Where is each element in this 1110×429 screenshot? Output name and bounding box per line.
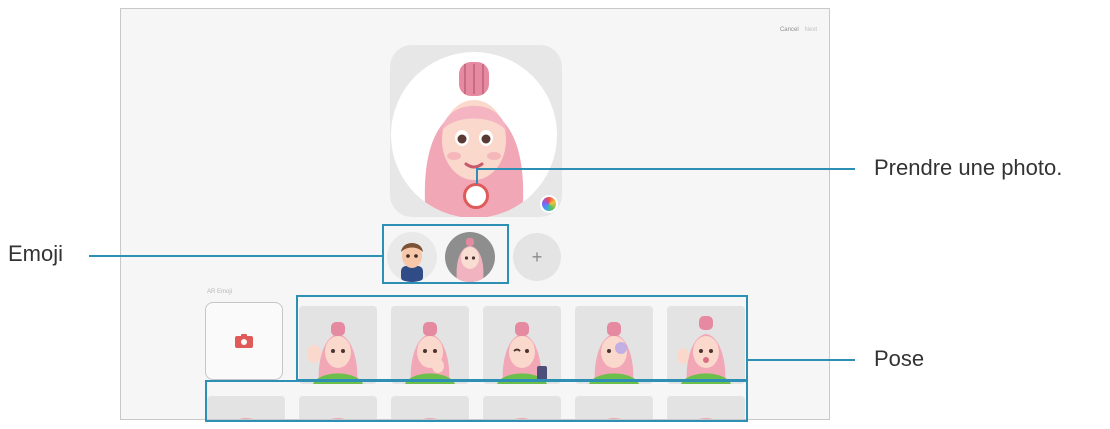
callout-line-pose [748,359,855,361]
callout-label-photo: Prendre une photo. [874,155,1063,180]
callout-label-emoji: Emoji [8,241,64,266]
camera-preview [390,45,562,217]
callout-box-pose-top [296,295,748,381]
section-label: AR Emoji [207,289,233,295]
callout-tick-photo [476,168,478,184]
next-button[interactable]: Next [805,27,817,33]
camera-tile[interactable] [205,302,283,380]
cancel-button[interactable]: Cancel [780,27,799,33]
callout-line-emoji [89,255,382,257]
color-palette-icon[interactable] [540,195,558,213]
top-actions: Cancel Next [780,27,817,33]
camera-icon [235,334,253,348]
callout-box-pose-bottom [205,380,748,422]
callout-box-emoji [382,224,509,284]
add-emoji-button[interactable]: + [513,233,561,281]
callout-line-photo [476,168,855,170]
shutter-button[interactable] [463,183,489,209]
callout-label-pose: Pose [874,346,925,371]
